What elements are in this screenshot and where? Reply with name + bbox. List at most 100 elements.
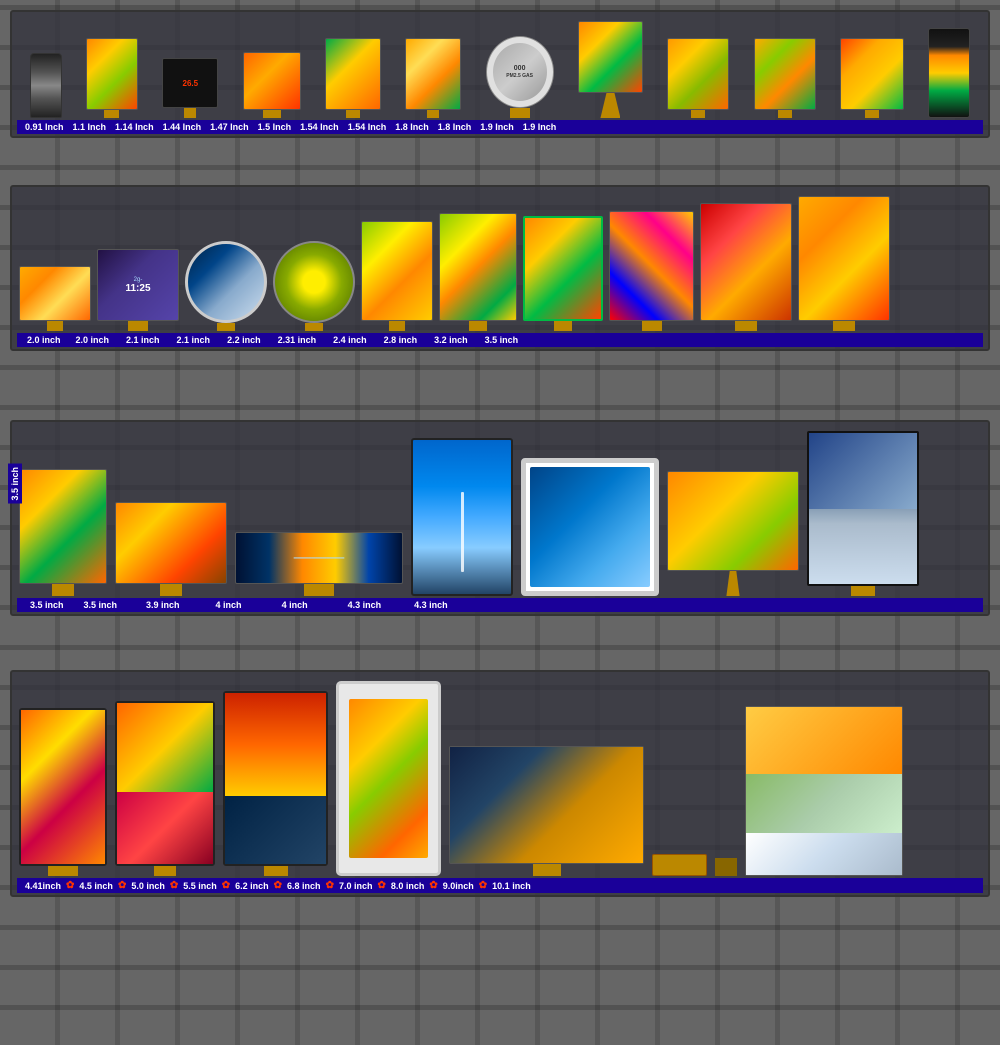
label-1-5: 1.5 Inch xyxy=(254,122,296,132)
screen-2-0b: 2g- 11:25 xyxy=(97,249,179,321)
display-item-3-5b xyxy=(115,502,227,596)
sep-7: ✿ xyxy=(376,880,386,891)
label-1-54b: 1.54 Inch xyxy=(344,122,391,132)
display-item-6-8 xyxy=(652,854,707,876)
label-0-91: 0.91 Inch xyxy=(21,122,68,132)
screen-1-8a xyxy=(667,38,729,110)
display-item-4-41 xyxy=(19,708,107,876)
label-4-5: 4.5 inch xyxy=(75,881,117,891)
label-5-5: 5.5 inch xyxy=(179,881,221,891)
main-background: 26.5 000 xyxy=(0,0,1000,1045)
label-3-9: 3.9 inch xyxy=(128,600,198,610)
flex-2-4 xyxy=(554,321,572,331)
display-row-3: ━━━━━━━━━━━━━━ xyxy=(17,427,983,598)
display-item-4a xyxy=(411,438,513,596)
sep-1: ✿ xyxy=(65,880,75,891)
label-1-8b: 1.8 Inch xyxy=(434,122,476,132)
label-2-2: 2.2 inch xyxy=(219,335,269,345)
label-bar-row1: 0.91 Inch 1.1 Inch 1.14 Inch 1.44 Inch 1… xyxy=(17,120,983,134)
flex-2-0a xyxy=(47,321,63,331)
display-item-2-8 xyxy=(609,211,694,331)
screen-2-1b xyxy=(273,241,355,323)
display-item-4-5 xyxy=(115,701,215,876)
label-2-31: 2.31 inch xyxy=(270,335,325,345)
screen-3-5a xyxy=(19,469,107,584)
label-1-9b: 1.9 Inch xyxy=(519,122,561,132)
flex-1-8a xyxy=(691,110,705,118)
flex-1-1 xyxy=(104,110,119,118)
flex-4-3b xyxy=(851,586,875,596)
screen-3-5b xyxy=(115,502,227,584)
display-item-1-9b xyxy=(928,28,970,118)
display-item-1-54b xyxy=(578,21,643,118)
label-1-54a: 1.54 Inch xyxy=(296,122,343,132)
flex-1-44 xyxy=(263,110,281,118)
screen-2-2 xyxy=(361,221,433,321)
label-bar-row2: 2.0 inch 2.0 inch 2.1 inch 2.1 inch 2.2 … xyxy=(17,333,983,347)
flex-1-14 xyxy=(184,108,196,118)
display-item-7-0 xyxy=(715,858,737,876)
screen-1-8b xyxy=(754,38,816,110)
sep-6: ✿ xyxy=(325,880,335,891)
flex-3-5-r2 xyxy=(833,321,855,331)
display-item-3-9: ━━━━━━━━━━━━━━ xyxy=(235,532,403,596)
flex-1-47 xyxy=(346,110,360,118)
display-item-2-2 xyxy=(361,221,433,331)
flex-4-41 xyxy=(48,866,78,876)
display-item-4b xyxy=(521,458,659,596)
label-2-0b: 2.0 inch xyxy=(68,335,118,345)
screen-3-5-r2 xyxy=(798,196,890,321)
display-item-1-14: 26.5 xyxy=(162,58,218,118)
display-item-3-5-r2 xyxy=(798,196,890,331)
display-item-1-8a xyxy=(667,38,729,118)
sep-4: ✿ xyxy=(221,880,231,891)
screen-2-1a xyxy=(185,241,267,323)
screen-6-2 xyxy=(449,746,644,864)
label-7-0: 7.0 inch xyxy=(335,881,377,891)
screen-0-91 xyxy=(30,53,62,118)
label-3-5a: 3.5 inch xyxy=(21,600,73,610)
display-item-2-1a xyxy=(185,241,267,331)
label-2-0a: 2.0 inch xyxy=(21,335,67,345)
screen-5-5 xyxy=(336,681,441,876)
flex-5-0 xyxy=(264,866,288,876)
label-4-3b: 4.3 inch xyxy=(399,600,463,610)
sep-9: ✿ xyxy=(478,880,488,891)
screen-1-44 xyxy=(243,52,301,110)
section-row2: 2g- 11:25 xyxy=(10,185,990,351)
display-row-4 xyxy=(17,677,983,878)
screen-9-0 xyxy=(745,706,903,876)
flex-4-3a xyxy=(722,571,744,596)
screen-4-3b xyxy=(807,431,919,586)
screen-5-0 xyxy=(223,691,328,866)
display-item-4-3b xyxy=(807,431,919,596)
screen-7-0 xyxy=(715,858,737,876)
display-item-9-0 xyxy=(745,706,903,876)
section-row1: 26.5 000 xyxy=(10,10,990,138)
display-item-2-1b xyxy=(273,241,355,331)
label-3-2: 3.2 inch xyxy=(426,335,476,345)
display-item-2-31 xyxy=(439,213,517,331)
flex-3-2 xyxy=(735,321,757,331)
flex-1-54a xyxy=(510,108,530,118)
screen-1-14: 26.5 xyxy=(162,58,218,108)
label-2-8: 2.8 inch xyxy=(376,335,426,345)
label-bar-row4: 4.41inch ✿ 4.5 inch ✿ 5.0 inch ✿ 5.5 inc… xyxy=(17,878,983,893)
flex-4-5 xyxy=(154,866,176,876)
label-6-8: 6.8 inch xyxy=(283,881,325,891)
screen-2-4 xyxy=(523,216,603,321)
screen-4-41 xyxy=(19,708,107,866)
label-4a: 4 inch xyxy=(198,600,260,610)
label-1-8a: 1.8 Inch xyxy=(391,122,433,132)
display-row-2: 2g- 11:25 xyxy=(17,192,983,333)
sep-5: ✿ xyxy=(273,880,283,891)
label-1-44: 1.44 Inch xyxy=(159,122,206,132)
flex-2-0b xyxy=(128,321,148,331)
sep-8: ✿ xyxy=(428,880,438,891)
display-item-1-47 xyxy=(325,38,381,118)
screen-2-0a xyxy=(19,266,91,321)
label-10-1: 10.1 inch xyxy=(488,881,535,891)
label-4-3a: 4.3 inch xyxy=(330,600,400,610)
display-item-2-0b: 2g- 11:25 xyxy=(97,249,179,331)
screen-4a xyxy=(411,438,513,596)
